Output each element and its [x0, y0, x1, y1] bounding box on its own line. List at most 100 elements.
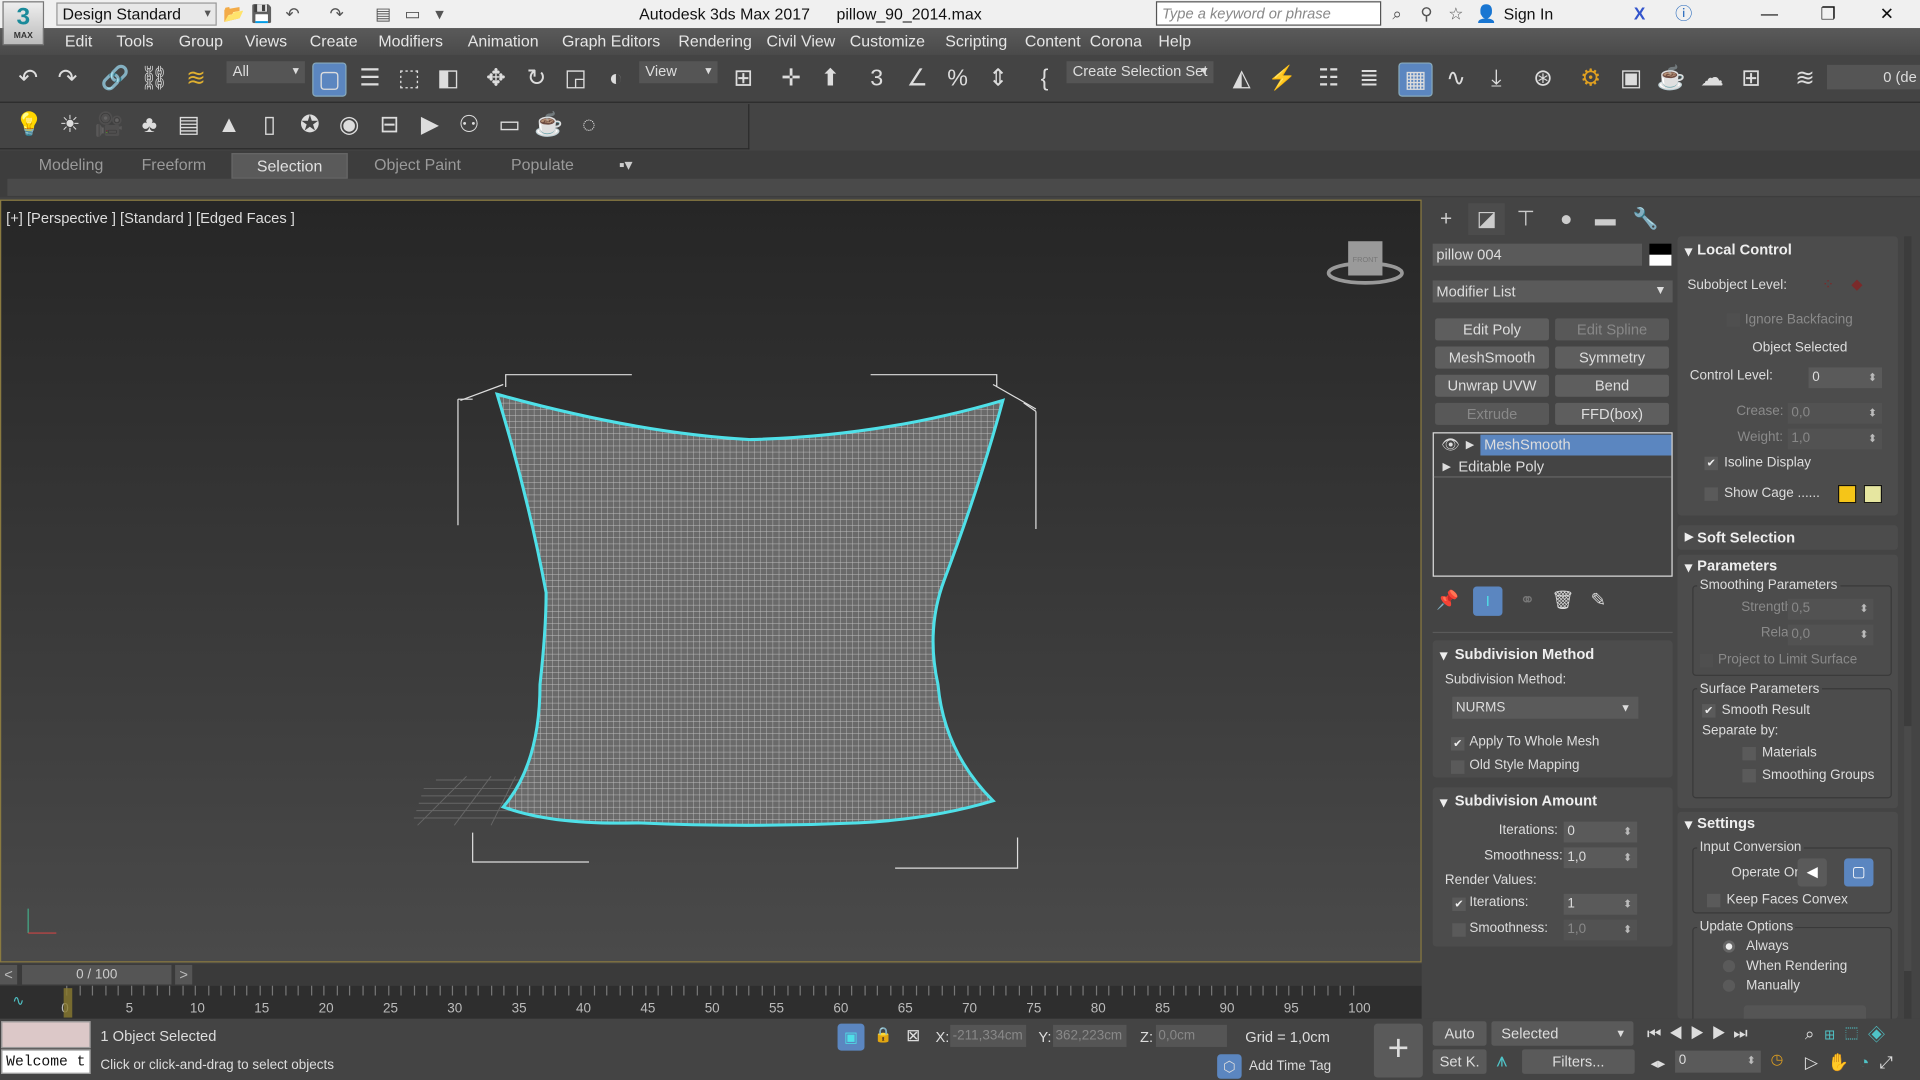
tree-card-icon[interactable]: ▯ — [252, 109, 286, 143]
rotate-icon[interactable]: ↻ — [519, 62, 553, 96]
mirror-icon[interactable]: ◭ — [1224, 62, 1258, 96]
stack-item-editable-poly[interactable]: ▶ Editable Poly — [1433, 457, 1672, 478]
menu-group[interactable]: Group — [179, 32, 223, 50]
help-icon[interactable]: ⓘ — [1670, 1, 1697, 25]
make-unique-icon[interactable]: ⚭ — [1520, 589, 1535, 611]
meshsmooth-button[interactable]: MeshSmooth — [1435, 346, 1549, 369]
workspace-dropdown[interactable]: Design Standard — [56, 2, 217, 26]
set-key-icon[interactable]: + — [1373, 1023, 1423, 1078]
rollout-collapse-icon[interactable]: ▾ — [1685, 242, 1692, 259]
link-icon[interactable]: 🔗 — [98, 62, 132, 96]
named-selection-icon[interactable]: { — [1027, 62, 1061, 96]
toggle-ribbon-icon[interactable]: ▦ — [1398, 62, 1433, 97]
menu-graph-editors[interactable]: Graph Editors — [562, 32, 660, 50]
redo-icon[interactable]: ↷ — [323, 1, 350, 25]
add-time-tag-button[interactable]: Add Time Tag — [1249, 1059, 1331, 1074]
remove-modifier-icon[interactable]: 🗑 — [1551, 589, 1574, 611]
tab-populate[interactable]: Populate — [493, 153, 591, 179]
modifier-list-dropdown[interactable]: Modifier List ▼ — [1432, 280, 1673, 303]
zoom-icon[interactable]: ⌕ — [1805, 1024, 1824, 1044]
z-coordinate-field[interactable]: 0,0cm — [1155, 1024, 1227, 1047]
layer-dropdown[interactable]: 0 (de — [1826, 64, 1920, 90]
material-sphere-icon[interactable]: ◉ — [332, 109, 366, 143]
create-tab-icon[interactable]: + — [1428, 203, 1465, 235]
pivot-center-icon[interactable]: ⊞ — [726, 62, 760, 96]
keep-faces-convex-checkbox[interactable] — [1706, 893, 1721, 908]
go-to-start-icon[interactable]: ⏮ — [1647, 1024, 1669, 1042]
go-to-end-icon[interactable]: ⏭ — [1733, 1024, 1755, 1042]
new-file-icon[interactable]: ▭ — [399, 1, 426, 25]
menu-create[interactable]: Create — [310, 32, 358, 50]
previous-frame-button[interactable]: < — [0, 964, 18, 985]
schematic-view-icon[interactable]: ⤓ — [1479, 62, 1513, 96]
project-limit-checkbox[interactable] — [1699, 653, 1714, 668]
display-tab-icon[interactable]: ▬ — [1587, 203, 1624, 235]
customize-qat-icon[interactable]: ▾ — [426, 1, 453, 25]
gear-ring-icon[interactable]: ✪ — [293, 109, 327, 143]
render-iterations-spinner[interactable]: 1 — [1563, 893, 1638, 915]
angle-snap-icon[interactable]: ∠ — [900, 62, 934, 96]
menu-modifiers[interactable]: Modifiers — [378, 32, 443, 50]
command-panel-scrollbar[interactable] — [1904, 236, 1912, 1019]
trees-icon[interactable]: ♣ — [132, 109, 166, 143]
smoothness-spinner[interactable]: 1,0 — [1563, 847, 1638, 869]
undo-icon[interactable]: ↶ — [279, 1, 306, 25]
select-by-name-icon[interactable]: ☰ — [353, 62, 387, 96]
time-tag-icon[interactable]: ⬡ — [1217, 1054, 1242, 1079]
current-frame-marker[interactable] — [63, 988, 73, 1018]
menu-views[interactable]: Views — [245, 32, 287, 50]
scene-explorer-icon[interactable]: ☷ — [1311, 62, 1345, 96]
camera-add-icon[interactable]: ⚇ — [452, 109, 486, 143]
zoom-extents-icon[interactable]: ⬚ — [1845, 1024, 1868, 1044]
render-iterations-checkbox[interactable]: ✔ — [1452, 897, 1466, 912]
current-frame-field[interactable]: 0 — [1675, 1050, 1761, 1073]
maxscript-listener-mini[interactable] — [1, 1021, 91, 1049]
render-cloud-icon[interactable]: ☁ — [1695, 62, 1729, 96]
redo-icon[interactable]: ↷ — [50, 62, 84, 96]
menu-customize[interactable]: Customize — [850, 32, 925, 50]
rectangular-selection-icon[interactable]: ⬚ — [392, 62, 426, 96]
orbit-icon[interactable]: ◔ — [1859, 1052, 1879, 1072]
scale-icon[interactable]: ◲ — [558, 62, 592, 96]
weight-spinner[interactable]: 1,0 — [1787, 428, 1883, 450]
crease-spinner[interactable]: 0,0 — [1787, 402, 1883, 424]
hierarchy-tab-icon[interactable]: ⊤ — [1507, 203, 1544, 235]
viewport-layouts-icon[interactable]: ⊞ — [1734, 62, 1768, 96]
selection-filter-dropdown[interactable]: All — [226, 61, 305, 84]
object-color-swatch[interactable] — [1649, 243, 1672, 266]
bend-button[interactable]: Bend — [1555, 374, 1669, 397]
tab-object-paint[interactable]: Object Paint — [358, 153, 478, 179]
rollout-collapse-icon[interactable]: ▾ — [1685, 816, 1692, 833]
expand-icon[interactable]: ▶ — [1442, 457, 1450, 478]
save-file-icon[interactable]: 💾 — [249, 1, 276, 25]
placement-icon[interactable]: ◐ — [599, 62, 633, 96]
create-selection-set-dropdown[interactable]: Create Selection Set — [1066, 61, 1214, 84]
render-smoothness-spinner[interactable]: 1,0 — [1563, 919, 1638, 941]
satellite-icon[interactable]: ⚲ — [1413, 1, 1440, 25]
track-bar[interactable]: ∿ 05101520253035404550556065707580859095… — [0, 985, 1422, 1019]
symmetry-button[interactable]: Symmetry — [1555, 346, 1669, 369]
configure-modifier-sets-icon[interactable]: ✎ — [1591, 589, 1606, 611]
pin-stack-icon[interactable]: 📌 — [1436, 589, 1459, 611]
unwrap-uvw-button[interactable]: Unwrap UVW — [1435, 374, 1549, 397]
project-icon[interactable]: ▤ — [370, 1, 397, 25]
keyboard-shortcut-icon[interactable]: ⬆ — [813, 62, 847, 96]
utilities-tab-icon[interactable]: 🔧 — [1627, 203, 1664, 235]
undo-icon[interactable]: ↶ — [11, 62, 45, 96]
perspective-viewport[interactable]: [+] [Perspective ] [Standard ] [Edged Fa… — [0, 199, 1422, 963]
next-key-icon[interactable]: ▶ — [1712, 1024, 1734, 1042]
rollout-title[interactable]: Parameters — [1697, 557, 1777, 574]
y-coordinate-field[interactable]: 362,223cm — [1053, 1024, 1127, 1047]
sun-icon[interactable]: ☀ — [53, 109, 87, 143]
grid-table-icon[interactable]: ▤ — [171, 109, 205, 143]
lock-icon[interactable]: 🔒 — [874, 1026, 892, 1043]
layers-icon[interactable]: ≋ — [1788, 62, 1822, 96]
menu-rendering[interactable]: Rendering — [678, 32, 751, 50]
show-cage-checkbox[interactable] — [1704, 487, 1718, 501]
rollout-collapse-icon[interactable]: ▾ — [1440, 647, 1447, 664]
restore-button[interactable]: ❐ — [1800, 1, 1856, 25]
window-crossing-icon[interactable]: ◧ — [431, 62, 465, 96]
menu-help[interactable]: Help — [1158, 32, 1191, 50]
rendered-frame-icon[interactable]: ▣ — [1614, 62, 1648, 96]
control-level-spinner[interactable]: 0 — [1808, 367, 1883, 389]
